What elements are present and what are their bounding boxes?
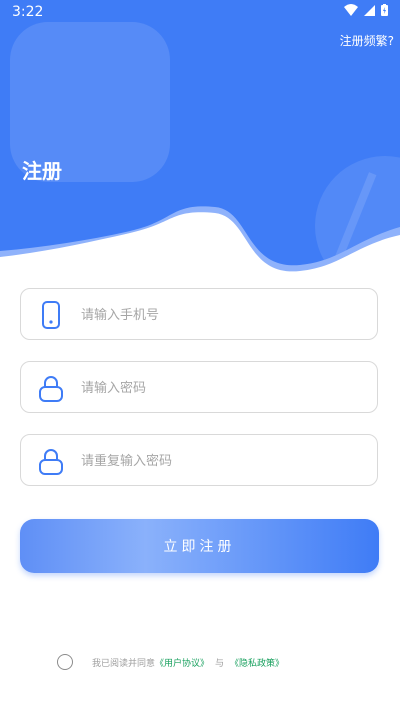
frequent-registration-link[interactable]: 注册频繁?	[340, 32, 394, 49]
phone-field[interactable]	[20, 288, 378, 341]
signal-icon	[364, 4, 375, 16]
agreement-row: 我已阅读并同意 《用户协议》 与 《隐私政策》	[57, 653, 387, 671]
status-bar: 3:22	[0, 0, 400, 24]
register-button[interactable]: 立即注册	[20, 519, 379, 573]
confirm-password-field[interactable]	[20, 434, 378, 487]
page-title: 注册	[22, 159, 62, 183]
agree-radio[interactable]	[57, 654, 73, 670]
lock-icon	[39, 449, 63, 475]
agreement-text: 我已阅读并同意	[92, 658, 156, 669]
confirm-password-input[interactable]	[79, 435, 363, 487]
wave-divider	[0, 206, 400, 285]
lock-icon	[39, 376, 63, 402]
password-field[interactable]	[20, 361, 378, 414]
status-time: 3:22	[12, 4, 44, 20]
battery-icon	[381, 4, 388, 16]
status-icons	[344, 4, 388, 16]
user-agreement-link[interactable]: 《用户协议》	[155, 656, 209, 669]
agreement-and: 与	[215, 658, 225, 669]
wifi-icon	[344, 4, 358, 16]
phone-icon	[42, 301, 60, 329]
phone-input[interactable]	[79, 289, 363, 341]
password-input[interactable]	[79, 362, 363, 414]
privacy-policy-link[interactable]: 《隐私政策》	[230, 656, 284, 669]
